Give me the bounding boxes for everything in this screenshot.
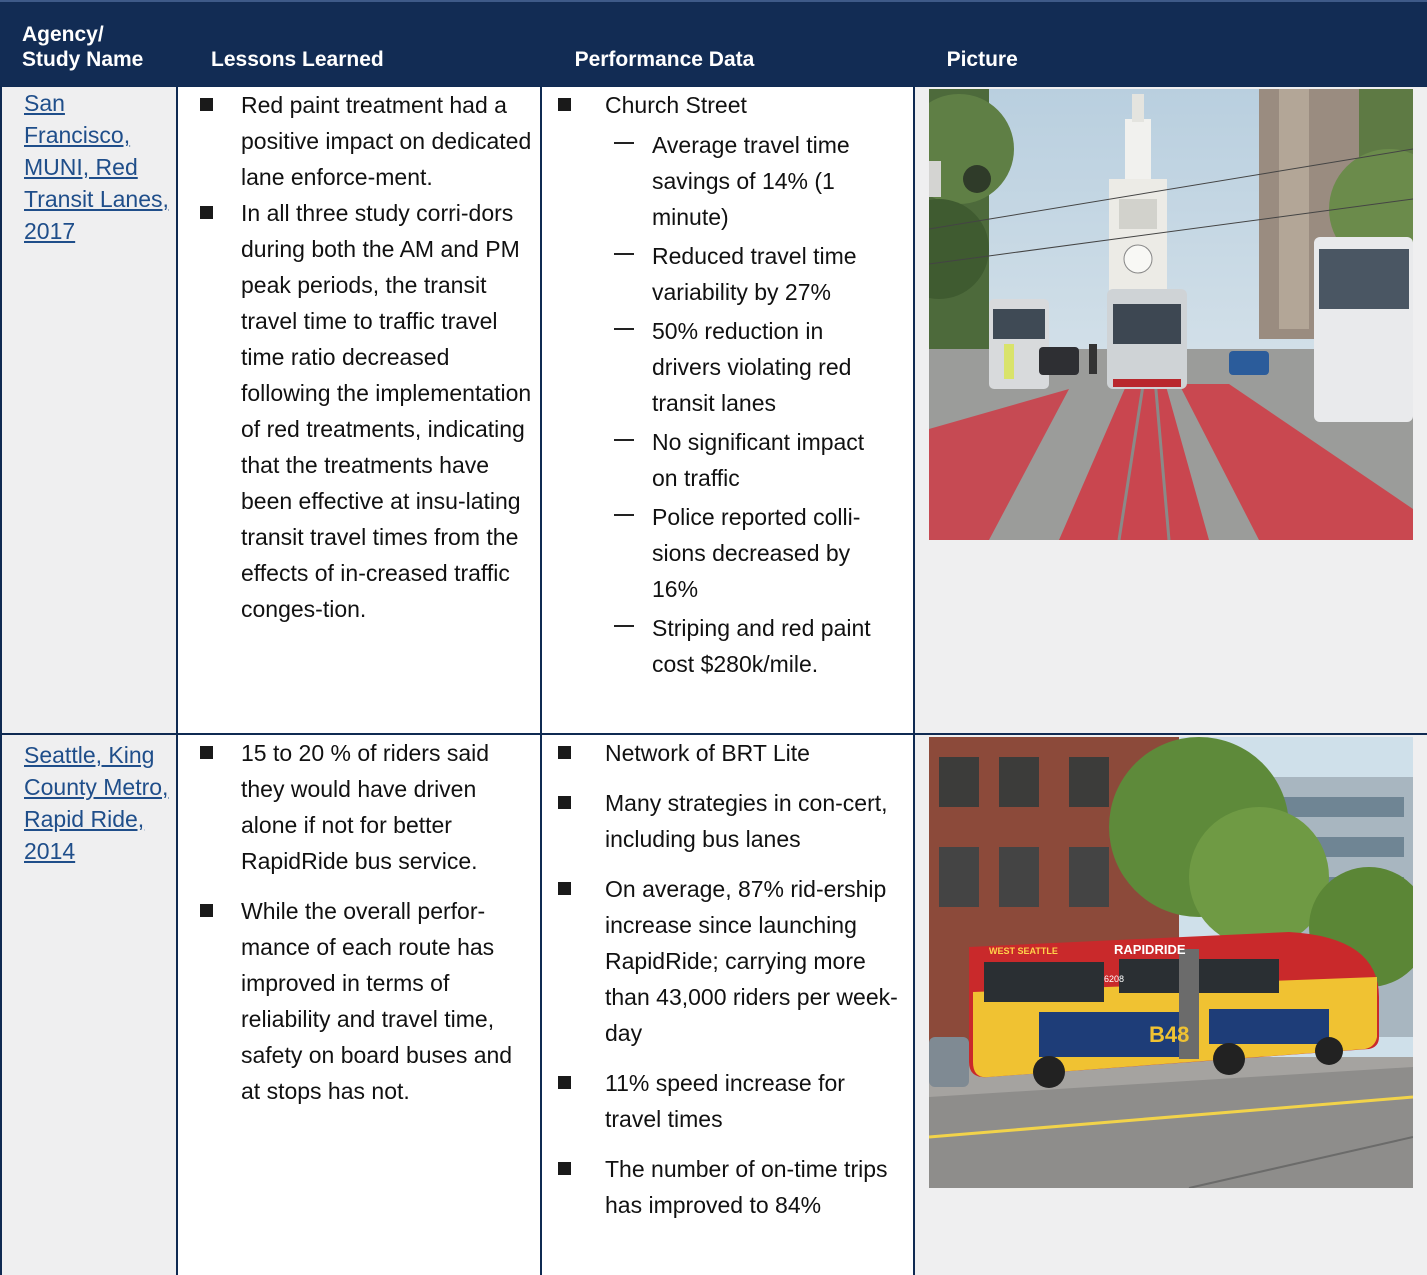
- sub-list-item: Police reported colli-sions decreased by…: [542, 499, 903, 607]
- bus-destination-sign: WEST SEATTLE: [989, 946, 1058, 956]
- dash-icon: [614, 439, 634, 441]
- sub-list-item: Reduced travel time variability by 27%: [542, 238, 903, 310]
- lessons-cell: 15 to 20 % of riders said they would hav…: [178, 735, 542, 1275]
- sub-list-item: No significant impact on traffic: [542, 424, 903, 496]
- bullet-icon: [558, 882, 571, 895]
- bullet-icon: [200, 746, 213, 759]
- list-item: While the overall perfor-mance of each r…: [178, 893, 540, 1109]
- bullet-icon: [558, 98, 571, 111]
- list-item: Network of BRT Lite: [542, 735, 913, 771]
- table-row: San Francisco, MUNI, Red Transit Lanes, …: [0, 86, 1427, 733]
- bullet-icon: [200, 98, 213, 111]
- agency-link-san-francisco[interactable]: San Francisco, MUNI, Red Transit Lanes, …: [24, 87, 169, 247]
- dash-icon: [614, 625, 634, 627]
- comparison-table: Agency/ Study Name Lessons Learned Perfo…: [0, 0, 1427, 1275]
- agency-cell: Seattle, King County Metro, Rapid Ride, …: [0, 735, 178, 1275]
- list-item: Many strategies in con-cert, including b…: [542, 785, 913, 857]
- dash-icon: [614, 514, 634, 516]
- photo-rapidride-bus: RAPIDRIDE WEST SEATTLE 6208 B48: [929, 737, 1413, 1188]
- list-item: The number of on-time trips has improved…: [542, 1151, 913, 1223]
- dash-icon: [614, 142, 634, 144]
- list-item: Church Street Average travel time saving…: [542, 87, 913, 682]
- picture-cell: [915, 87, 1427, 733]
- table-row: Seattle, King County Metro, Rapid Ride, …: [0, 733, 1427, 1275]
- list-item: Red paint treatment had a positive impac…: [178, 87, 540, 195]
- table-header: Agency/ Study Name Lessons Learned Perfo…: [0, 0, 1427, 86]
- header-performance: Performance Data: [574, 48, 755, 71]
- picture-cell: RAPIDRIDE WEST SEATTLE 6208 B48: [915, 735, 1427, 1275]
- bullet-icon: [558, 1162, 571, 1175]
- agency-cell: San Francisco, MUNI, Red Transit Lanes, …: [0, 87, 178, 733]
- agency-link-seattle[interactable]: Seattle, King County Metro, Rapid Ride, …: [24, 739, 169, 867]
- bus-route-ad: B48: [1149, 1022, 1189, 1047]
- bullet-icon: [558, 746, 571, 759]
- sub-list-item: Striping and red paint cost $280k/mile.: [542, 610, 903, 682]
- dash-icon: [614, 253, 634, 255]
- list-item: 15 to 20 % of riders said they would hav…: [178, 735, 540, 879]
- bullet-icon: [200, 206, 213, 219]
- performance-cell: Church Street Average travel time saving…: [542, 87, 915, 733]
- lessons-cell: Red paint treatment had a positive impac…: [178, 87, 542, 733]
- list-item: In all three study corri-dors during bot…: [178, 195, 540, 627]
- photo-market-street-red-lanes: [929, 89, 1413, 540]
- performance-cell: Network of BRT Lite Many strategies in c…: [542, 735, 915, 1275]
- bullet-icon: [558, 796, 571, 809]
- sub-list-item: 50% reduction in drivers violating red t…: [542, 313, 903, 421]
- dash-icon: [614, 328, 634, 330]
- bus-brand-text: RAPIDRIDE: [1114, 942, 1186, 957]
- list-item: On average, 87% rid-ership increase sinc…: [542, 871, 913, 1051]
- list-item: 11% speed increase for travel times: [542, 1065, 913, 1137]
- sub-list-item: Average travel time savings of 14% (1 mi…: [542, 127, 903, 235]
- bullet-icon: [200, 904, 213, 917]
- bullet-icon: [558, 1076, 571, 1089]
- header-agency: Agency/ Study Name: [22, 23, 144, 71]
- header-picture: Picture: [946, 48, 1018, 71]
- header-lessons: Lessons Learned: [211, 48, 384, 71]
- bus-fleet-number: 6208: [1104, 974, 1124, 984]
